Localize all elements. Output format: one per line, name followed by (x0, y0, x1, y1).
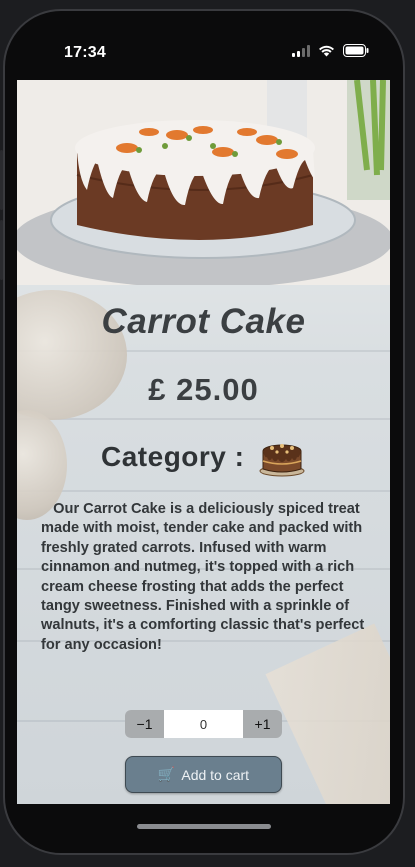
add-to-cart-label: Add to cart (181, 766, 250, 783)
chocolate-cake-icon (259, 444, 305, 477)
status-icons (292, 44, 369, 57)
product-title: Carrot Cake (101, 302, 306, 341)
home-indicator[interactable] (137, 824, 271, 829)
battery-icon (343, 44, 369, 57)
quantity-stepper: −1 0 +1 (125, 710, 282, 738)
wood-plank-line (17, 490, 390, 492)
quantity-value: 0 (164, 710, 243, 738)
signal-icon (292, 44, 310, 57)
decrement-button[interactable]: −1 (125, 710, 164, 738)
app-screen: Carrot Cake £ 25.00 Category : Our Carro… (17, 80, 390, 804)
status-bar: 17:34 (0, 0, 415, 80)
add-to-cart-button[interactable]: 🛒 Add to cart (125, 756, 282, 793)
increment-button[interactable]: +1 (243, 710, 282, 738)
category-label: Category : (101, 441, 245, 472)
category-row: Category : (101, 437, 306, 477)
volume-button (0, 220, 3, 280)
status-time: 17:34 (64, 44, 106, 61)
volume-button (0, 150, 3, 210)
wood-plank-line (17, 418, 390, 420)
wifi-icon (319, 45, 334, 56)
carrot-cake-image (17, 80, 390, 285)
product-price: £ 25.00 (148, 372, 259, 407)
cart-icon: 🛒 (157, 766, 176, 782)
product-description: Our Carrot Cake is a deliciously spiced … (41, 501, 369, 653)
product-image (17, 80, 390, 285)
